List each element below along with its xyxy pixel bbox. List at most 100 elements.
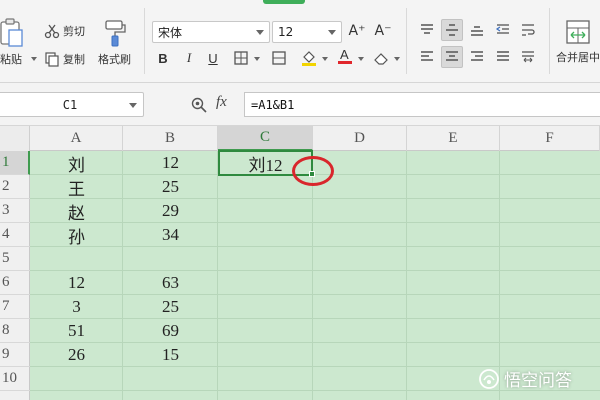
font-color-icon: A bbox=[338, 47, 352, 64]
align-bottom-icon bbox=[471, 26, 483, 36]
cut-button[interactable]: 剪切 bbox=[44, 23, 85, 39]
column-header-e[interactable]: E bbox=[407, 126, 500, 151]
font-color-button[interactable]: A bbox=[334, 45, 356, 67]
cell-a6[interactable]: 12 bbox=[30, 271, 123, 295]
justify-button[interactable] bbox=[492, 46, 514, 68]
cell-b4[interactable]: 34 bbox=[123, 223, 218, 247]
cell-a3[interactable]: 赵 bbox=[30, 199, 123, 223]
wrap-text-button[interactable] bbox=[517, 19, 539, 41]
cell-b3[interactable]: 29 bbox=[123, 199, 218, 223]
wukong-logo-icon bbox=[479, 368, 499, 389]
font-size-select[interactable]: 12 bbox=[272, 21, 342, 43]
merge-center-button[interactable]: 合并居中 bbox=[556, 18, 600, 65]
column-header-d[interactable]: D bbox=[313, 126, 407, 151]
align-right-button[interactable] bbox=[466, 46, 488, 68]
cell-b1[interactable]: 12 bbox=[123, 151, 218, 175]
paste-dropdown-arrow[interactable] bbox=[31, 57, 37, 61]
distributed-align-button[interactable] bbox=[517, 46, 539, 68]
copy-label: 复制 bbox=[63, 53, 85, 66]
increase-font-button[interactable]: A⁺ bbox=[346, 20, 368, 42]
row-header-4[interactable]: 4 bbox=[0, 223, 30, 247]
formula-value: =A1&B1 bbox=[251, 97, 295, 112]
align-top-button[interactable] bbox=[416, 19, 438, 41]
align-center-icon bbox=[446, 51, 458, 61]
clear-format-button[interactable] bbox=[370, 47, 392, 69]
copy-button[interactable]: 复制 bbox=[44, 51, 85, 67]
fill-color-dropdown-arrow[interactable] bbox=[322, 57, 328, 61]
indent-decrease-button[interactable] bbox=[492, 19, 514, 41]
ribbon-separator bbox=[406, 8, 407, 74]
select-all-corner[interactable] bbox=[0, 126, 30, 151]
row-header-5[interactable]: 5 bbox=[0, 247, 30, 271]
chevron-down-icon bbox=[129, 103, 137, 108]
clear-format-dropdown-arrow[interactable] bbox=[394, 57, 400, 61]
highlight-circle bbox=[292, 156, 334, 186]
formula-input[interactable]: =A1&B1 bbox=[244, 92, 600, 117]
underline-button[interactable]: U bbox=[202, 47, 224, 69]
name-box-value: C1 bbox=[62, 97, 78, 112]
eraser-icon bbox=[374, 53, 388, 65]
row-header-9[interactable]: 9 bbox=[0, 343, 30, 367]
grid-line bbox=[406, 151, 407, 400]
align-left-button[interactable] bbox=[416, 46, 438, 68]
align-middle-button[interactable] bbox=[441, 19, 463, 41]
indent-decrease-icon bbox=[495, 24, 509, 34]
watermark: 悟空问答 bbox=[478, 366, 572, 391]
cell-b8[interactable]: 69 bbox=[123, 319, 218, 343]
italic-button[interactable]: I bbox=[178, 47, 200, 69]
ribbon-separator bbox=[144, 8, 145, 74]
cell-a2[interactable]: 王 bbox=[30, 175, 123, 199]
merge-small-button[interactable] bbox=[268, 47, 290, 69]
cell-area[interactable]: 刘王赵孙 12 3 51 26 12 25 29 34 63 25 69 15 刘12 bbox=[30, 150, 600, 400]
cell-b6[interactable]: 63 bbox=[123, 271, 218, 295]
column-header-bar: ABCDEF bbox=[0, 126, 600, 151]
column-header-b[interactable]: B bbox=[123, 126, 218, 151]
formula-bar: C1 fx =A1&B1 bbox=[0, 84, 600, 126]
zoom-button[interactable] bbox=[190, 96, 208, 114]
row-header-7[interactable]: 7 bbox=[0, 295, 30, 319]
distributed-align-icon bbox=[522, 51, 534, 63]
cell-a1[interactable]: 刘 bbox=[30, 151, 123, 175]
border-button[interactable] bbox=[230, 47, 252, 69]
cell-a9[interactable]: 26 bbox=[30, 343, 123, 367]
row-header-6[interactable]: 6 bbox=[0, 271, 30, 295]
cell-a7[interactable]: 3 bbox=[30, 295, 123, 319]
decrease-font-button[interactable]: A⁻ bbox=[372, 20, 394, 42]
align-left-icon bbox=[421, 51, 433, 61]
row-header-3[interactable]: 3 bbox=[0, 199, 30, 223]
cut-label: 剪切 bbox=[63, 25, 85, 38]
chevron-down-icon bbox=[328, 30, 336, 35]
italic-label: I bbox=[186, 50, 192, 65]
row-header-2[interactable]: 2 bbox=[0, 175, 30, 199]
fill-color-button[interactable] bbox=[298, 47, 320, 69]
paste-button[interactable]: 粘贴 bbox=[0, 18, 24, 67]
format-painter-label: 格式刷 bbox=[98, 53, 131, 66]
cell-b7[interactable]: 25 bbox=[123, 295, 218, 319]
cell-b9[interactable]: 15 bbox=[123, 343, 218, 367]
underline-label: U bbox=[208, 50, 218, 66]
decrease-font-icon: A⁻ bbox=[374, 23, 392, 39]
row-header-1[interactable]: 1 bbox=[0, 151, 30, 175]
paste-label: 粘贴 bbox=[0, 53, 22, 66]
paste-icon bbox=[0, 18, 23, 47]
cell-b2[interactable]: 25 bbox=[123, 175, 218, 199]
row-header-10[interactable]: 10 bbox=[0, 367, 30, 391]
fx-button[interactable]: fx bbox=[216, 94, 227, 111]
cell-a8[interactable]: 51 bbox=[30, 319, 123, 343]
column-header-c[interactable]: C bbox=[218, 126, 313, 151]
border-dropdown-arrow[interactable] bbox=[254, 57, 260, 61]
ribbon-toolbar: 粘贴 剪切 复制 格式刷 宋体 12 A⁺ A⁻ B I U A 合并居中 bbox=[0, 0, 600, 83]
paint-bucket-icon bbox=[302, 51, 316, 66]
font-color-dropdown-arrow[interactable] bbox=[358, 57, 364, 61]
name-box[interactable]: C1 bbox=[0, 92, 144, 117]
row-header-8[interactable]: 8 bbox=[0, 319, 30, 343]
bold-button[interactable]: B bbox=[152, 47, 174, 69]
align-bottom-button[interactable] bbox=[466, 19, 488, 41]
column-header-a[interactable]: A bbox=[30, 126, 123, 151]
column-header-f[interactable]: F bbox=[500, 126, 600, 151]
bold-label: B bbox=[158, 50, 168, 66]
align-center-button[interactable] bbox=[441, 46, 463, 68]
cell-a4[interactable]: 孙 bbox=[30, 223, 123, 247]
format-painter-button[interactable]: 格式刷 bbox=[98, 18, 131, 67]
font-name-select[interactable]: 宋体 bbox=[152, 21, 270, 43]
